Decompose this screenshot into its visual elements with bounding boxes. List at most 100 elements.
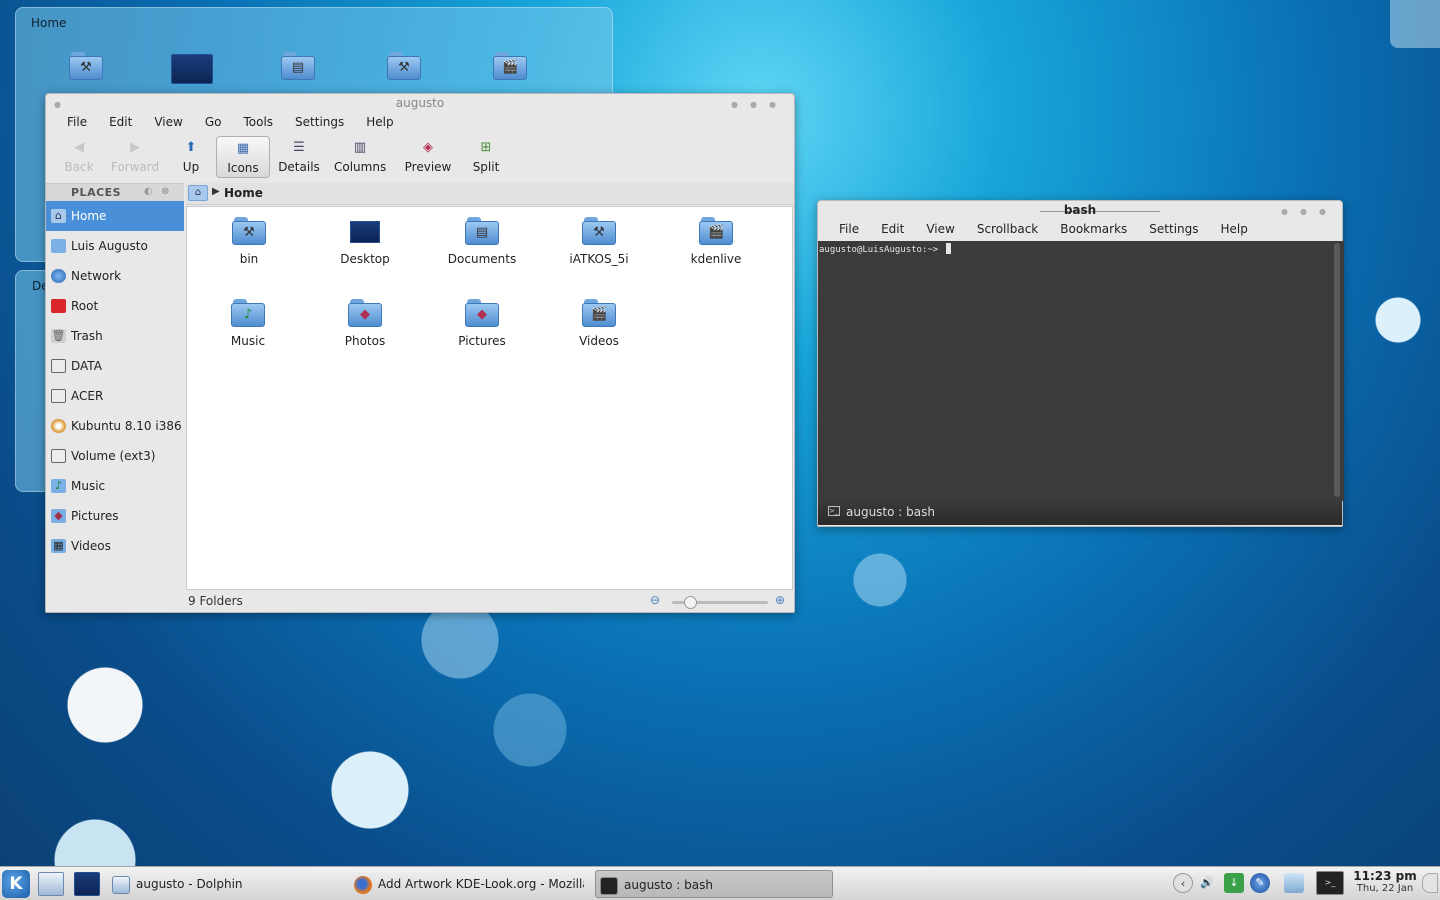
window-buttons[interactable]: ●●● bbox=[1281, 207, 1338, 216]
dolphin-launcher-icon[interactable] bbox=[38, 872, 64, 896]
drive-icon bbox=[51, 359, 66, 373]
menu-tools[interactable]: Tools bbox=[232, 113, 284, 133]
folder-item-documents[interactable]: ▤ Documents bbox=[427, 217, 537, 266]
desktop-folder-icon[interactable] bbox=[168, 48, 216, 94]
menu-help[interactable]: Help bbox=[1210, 220, 1259, 240]
terminal-tab[interactable]: >_ augusto : bash bbox=[818, 501, 1342, 525]
show-desktop-icon[interactable] bbox=[74, 872, 100, 896]
tools-folder-icon[interactable]: ⚒ bbox=[62, 48, 110, 94]
task-dolphin[interactable]: augusto - Dolphin bbox=[112, 870, 342, 898]
split-button[interactable]: ⊞ Split bbox=[464, 136, 508, 178]
update-icon[interactable]: ↓ bbox=[1224, 873, 1244, 893]
forward-arrow-icon: ▶ bbox=[130, 140, 140, 155]
menu-bookmarks[interactable]: Bookmarks bbox=[1049, 220, 1138, 240]
tools-folder-icon: ⚒ bbox=[582, 217, 616, 245]
menu-edit[interactable]: Edit bbox=[98, 113, 143, 133]
menu-go[interactable]: Go bbox=[194, 113, 233, 133]
places-item-data[interactable]: DATA bbox=[46, 351, 184, 381]
dolphin-window: ● augusto ●●● File Edit View Go Tools Se… bbox=[45, 93, 795, 613]
konsole-window: bash ●●● File Edit View Scrollback Bookm… bbox=[817, 200, 1344, 527]
folder-item-pictures[interactable]: ◆ Pictures bbox=[427, 299, 537, 348]
task-firefox[interactable]: Add Artwork KDE-Look.org - Mozilla F bbox=[354, 870, 584, 898]
window-title: bash bbox=[1063, 203, 1097, 217]
folder-item-videos[interactable]: 🎬 Videos bbox=[544, 299, 654, 348]
home-icon[interactable]: ⌂ bbox=[188, 185, 208, 201]
breadcrumb-arrow-icon[interactable]: ▶ bbox=[212, 186, 220, 197]
network-icon bbox=[51, 269, 66, 283]
folder-item-kdenlive[interactable]: 🎬 kdenlive bbox=[661, 217, 771, 266]
video-folder-icon: 🎬 bbox=[699, 217, 733, 245]
terminal-icon[interactable]: >_ bbox=[1316, 871, 1344, 895]
menu-scrollback[interactable]: Scrollback bbox=[966, 220, 1049, 240]
up-button[interactable]: ⬆ Up bbox=[166, 136, 216, 178]
menu-view[interactable]: View bbox=[915, 220, 965, 240]
digital-clock[interactable]: 11:23 pm Thu, 22 Jan bbox=[1352, 869, 1418, 894]
zoom-out-icon[interactable]: ⊖ bbox=[650, 593, 660, 607]
video-folder-icon[interactable]: 🎬 bbox=[486, 48, 534, 94]
places-item-music[interactable]: ♪ Music bbox=[46, 471, 184, 501]
columns-view-button[interactable]: ▥ Columns bbox=[328, 136, 392, 178]
places-item-home[interactable]: ⌂ Home bbox=[46, 201, 184, 231]
back-button[interactable]: ◀ Back bbox=[54, 136, 104, 178]
tray-arrow-icon[interactable]: ‹ bbox=[1173, 873, 1193, 893]
folder-item-bin[interactable]: ⚒ bin bbox=[194, 217, 304, 266]
places-item-luis-augusto[interactable]: Luis Augusto bbox=[46, 231, 184, 261]
terminal-area[interactable]: augusto@LuisAugusto:~> bbox=[818, 241, 1344, 501]
tools-folder-icon[interactable]: ⚒ bbox=[380, 48, 428, 94]
icons-view-icon: ▦ bbox=[236, 141, 250, 156]
menubar: File Edit View Scrollback Bookmarks Sett… bbox=[828, 220, 1259, 240]
menu-settings[interactable]: Settings bbox=[284, 113, 355, 133]
back-arrow-icon: ◀ bbox=[74, 140, 84, 155]
device-notifier-icon[interactable] bbox=[1284, 873, 1304, 893]
terminal-icon bbox=[600, 876, 618, 895]
places-item-trash[interactable]: 🗑 Trash bbox=[46, 321, 184, 351]
root-folder-icon bbox=[51, 299, 66, 313]
terminal-cursor bbox=[946, 243, 952, 254]
details-view-button[interactable]: ☰ Details bbox=[270, 136, 328, 178]
places-item-volume[interactable]: Volume (ext3) bbox=[46, 441, 184, 471]
documents-folder-icon[interactable]: ▤ bbox=[274, 48, 322, 94]
zoom-in-icon[interactable]: ⊕ bbox=[775, 593, 785, 607]
up-arrow-icon: ⬆ bbox=[185, 140, 197, 155]
window-buttons[interactable]: ●●● bbox=[731, 100, 788, 109]
folder-item-desktop[interactable]: Desktop bbox=[310, 217, 420, 266]
detach-panel-icon[interactable]: ◐ bbox=[144, 186, 153, 197]
task-bash[interactable]: augusto : bash bbox=[595, 870, 833, 898]
split-icon: ⊞ bbox=[480, 140, 492, 155]
panel-toolbox-icon[interactable] bbox=[1422, 873, 1438, 893]
folder-item-iatkos[interactable]: ⚒ iATKOS_5i bbox=[544, 217, 654, 266]
videos-folder-icon: ▦ bbox=[51, 539, 66, 553]
dolphin-icon bbox=[112, 875, 130, 894]
places-item-network[interactable]: Network bbox=[46, 261, 184, 291]
menu-help[interactable]: Help bbox=[355, 113, 404, 133]
klipper-icon[interactable]: ✎ bbox=[1250, 873, 1270, 893]
menu-file[interactable]: File bbox=[828, 220, 870, 240]
breadcrumb[interactable]: Home bbox=[224, 186, 263, 200]
plasma-toolbox-icon[interactable] bbox=[1390, 0, 1440, 48]
preview-icon: ◈ bbox=[423, 140, 433, 155]
zoom-slider[interactable] bbox=[672, 596, 768, 609]
file-view[interactable]: ⚒ bin Desktop ▤ Documents ⚒ iATKOS_5i 🎬 … bbox=[186, 206, 793, 590]
kde-menu-icon[interactable]: K bbox=[2, 870, 30, 898]
folder-item-photos[interactable]: ◆ Photos bbox=[310, 299, 420, 348]
preview-button[interactable]: ◈ Preview bbox=[392, 136, 464, 178]
menu-settings[interactable]: Settings bbox=[1138, 220, 1209, 240]
volume-icon[interactable]: 🔊 bbox=[1197, 873, 1217, 893]
menu-edit[interactable]: Edit bbox=[870, 220, 915, 240]
forward-button[interactable]: ▶ Forward bbox=[104, 136, 166, 178]
terminal-scrollbar[interactable] bbox=[1334, 243, 1340, 497]
zoom-slider-handle[interactable] bbox=[684, 596, 698, 609]
places-item-pictures[interactable]: ◆ Pictures bbox=[46, 501, 184, 531]
folder-item-music[interactable]: ♪ Music bbox=[193, 299, 303, 348]
places-item-root[interactable]: Root bbox=[46, 291, 184, 321]
location-bar[interactable]: ⌂ ▶ Home bbox=[186, 183, 794, 205]
places-item-acer[interactable]: ACER bbox=[46, 381, 184, 411]
places-item-kubuntu[interactable]: Kubuntu 8.10 i386 bbox=[46, 411, 184, 441]
places-item-videos[interactable]: ▦ Videos bbox=[46, 531, 184, 561]
close-panel-icon[interactable]: ⊗ bbox=[161, 186, 170, 197]
desktop-folder-icon bbox=[350, 221, 380, 243]
icons-view-button[interactable]: ▦ Icons bbox=[216, 136, 270, 178]
menu-view[interactable]: View bbox=[143, 113, 193, 133]
pictures-folder-icon: ◆ bbox=[51, 509, 66, 523]
menu-file[interactable]: File bbox=[56, 113, 98, 133]
